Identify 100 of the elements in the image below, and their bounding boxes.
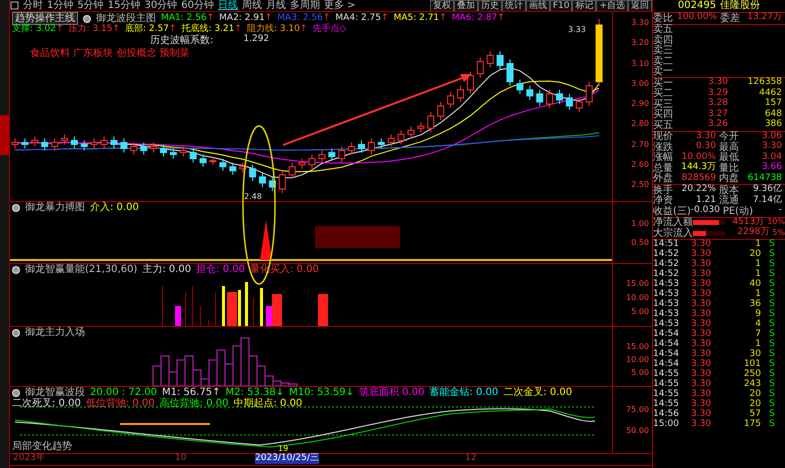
quote-label: 卖一 bbox=[653, 66, 674, 78]
period-tab[interactable]: 1分钟 bbox=[45, 0, 76, 11]
tick-time: 14:54 bbox=[653, 360, 680, 370]
tick-side: S bbox=[769, 330, 775, 339]
tick-price: 3.30 bbox=[691, 420, 712, 430]
axis-label: 10.00 bbox=[626, 294, 649, 303]
tick-side: S bbox=[769, 280, 775, 289]
candle bbox=[398, 130, 405, 145]
toolbar-button[interactable]: 复权 bbox=[430, 0, 454, 11]
quote-label: 买二 bbox=[653, 88, 674, 100]
candle bbox=[466, 71, 474, 94]
axis-label: 2.60 bbox=[631, 160, 649, 170]
tick-price: 3.30 bbox=[691, 390, 712, 399]
candle bbox=[388, 134, 395, 147]
axis-label: 3.20 bbox=[631, 39, 649, 48]
legend-item: 20.00 : 72.00 bbox=[90, 387, 157, 398]
axis-label: 10.00 bbox=[626, 356, 649, 365]
indicator-name: 御龙智赢量能(21,30,60) bbox=[25, 264, 138, 275]
quote-label: 买一 bbox=[653, 78, 674, 89]
period-tab[interactable]: 5分钟 bbox=[75, 0, 106, 11]
axis-label: 3.00 bbox=[631, 80, 649, 89]
tick-time: 14:56 bbox=[653, 410, 680, 419]
quote-value: 1.21 bbox=[694, 196, 717, 205]
candle bbox=[239, 162, 246, 174]
flow-share: 5% bbox=[772, 228, 785, 238]
candle bbox=[180, 146, 187, 158]
toolbar-button[interactable]: 统计 bbox=[502, 0, 526, 11]
toolbar-button[interactable]: 返回 bbox=[628, 0, 652, 11]
tick-price: 3.30 bbox=[691, 350, 712, 359]
toolbar-button[interactable]: F10 bbox=[550, 0, 572, 11]
quote-label: 卖三 bbox=[653, 45, 674, 56]
tick-side: S bbox=[769, 380, 775, 389]
period-tab[interactable]: 分时 bbox=[21, 0, 45, 11]
bid-volume: 126358 bbox=[746, 78, 783, 88]
axis-label: 2.80 bbox=[631, 120, 649, 130]
candle bbox=[190, 148, 197, 164]
legend-item: 介入: 0.00 bbox=[90, 202, 139, 213]
candle bbox=[417, 122, 424, 133]
period-tab[interactable]: 15分钟 bbox=[106, 0, 142, 11]
toolbar-button[interactable]: 历史 bbox=[478, 0, 502, 11]
template-button[interactable]: 趋势操作主线 bbox=[12, 12, 78, 25]
candle bbox=[61, 134, 68, 145]
tick-volume: 243 bbox=[742, 380, 761, 389]
period-tab[interactable]: 更多 > bbox=[322, 0, 358, 11]
quote-value: 10.00% bbox=[680, 152, 717, 162]
toolbar-button[interactable]: 叠加 bbox=[454, 0, 478, 11]
tick-time: 14:53 bbox=[653, 290, 680, 299]
candle bbox=[80, 140, 88, 152]
quote-label: PE(动) bbox=[722, 206, 753, 217]
candle bbox=[486, 50, 494, 68]
period-tab[interactable]: 周线 bbox=[240, 0, 264, 11]
tick-time: 14:52 bbox=[653, 250, 680, 259]
toolbar-button[interactable]: +自选 bbox=[596, 0, 628, 11]
legend-item: M2: 53.38↓ bbox=[226, 387, 284, 398]
candle bbox=[348, 142, 356, 156]
square-icon[interactable] bbox=[10, 1, 19, 10]
quote-value: 7.14亿 bbox=[752, 196, 783, 206]
quote-label: 委比 bbox=[653, 12, 674, 24]
tick-volume: 175 bbox=[742, 420, 761, 430]
tick-volume: 20 bbox=[748, 390, 761, 399]
legend-item: 蓄能金钻: 0.00 bbox=[429, 387, 498, 398]
quote-label: 今开 bbox=[719, 131, 740, 142]
toolbar-button[interactable]: 标记 bbox=[572, 0, 596, 11]
toolbar-button[interactable]: 画线 bbox=[526, 0, 550, 11]
period-tab[interactable]: 60分钟 bbox=[179, 0, 216, 11]
axis-label: 3.10 bbox=[631, 60, 649, 68]
candle bbox=[358, 140, 365, 154]
coefficient-label: 历史波幅系数: bbox=[150, 34, 214, 46]
indicator-name: 御龙波段主图 bbox=[96, 13, 156, 24]
candle bbox=[566, 93, 573, 111]
legend-item: 筑底面积 0.00 bbox=[359, 387, 424, 398]
candle bbox=[110, 136, 118, 150]
tick-side: S bbox=[769, 340, 775, 349]
quote-label: 买五 bbox=[653, 120, 674, 131]
quote-label: 卖四 bbox=[653, 34, 674, 46]
candle bbox=[328, 148, 336, 162]
candle bbox=[249, 164, 256, 182]
quote-value: -0.030 bbox=[690, 206, 721, 216]
candle bbox=[586, 81, 593, 106]
candle bbox=[288, 162, 296, 180]
tick-time: 14:52 bbox=[653, 270, 680, 279]
period-tab[interactable]: 日线 bbox=[216, 0, 240, 11]
tick-time: 14:55 bbox=[653, 380, 680, 390]
period-tab[interactable]: 多周期 bbox=[288, 0, 322, 11]
trend-caption: 局部变化趋势 bbox=[12, 441, 72, 452]
period-tab[interactable]: 30分钟 bbox=[142, 0, 180, 11]
sector-tags: 食品饮料 广东板块 创投概念 预制菜 bbox=[10, 46, 612, 59]
tick-volume: 36 bbox=[748, 300, 761, 309]
legend-item: MA5: 2.71↑ bbox=[394, 14, 447, 24]
tick-side: S bbox=[769, 270, 775, 279]
axis-label: 0.50 bbox=[631, 239, 649, 248]
quote-value: 100.00% bbox=[677, 13, 718, 24]
flow-share: 10% bbox=[767, 218, 785, 227]
period-tab[interactable]: 月线 bbox=[264, 0, 288, 11]
tick-side: S bbox=[769, 390, 775, 399]
flow-value: 2298万 bbox=[736, 228, 770, 238]
tick-volume: 57 bbox=[748, 410, 761, 420]
bid-price: 3.30 bbox=[706, 78, 729, 88]
candle bbox=[70, 136, 78, 150]
tick-side: S bbox=[769, 290, 775, 299]
